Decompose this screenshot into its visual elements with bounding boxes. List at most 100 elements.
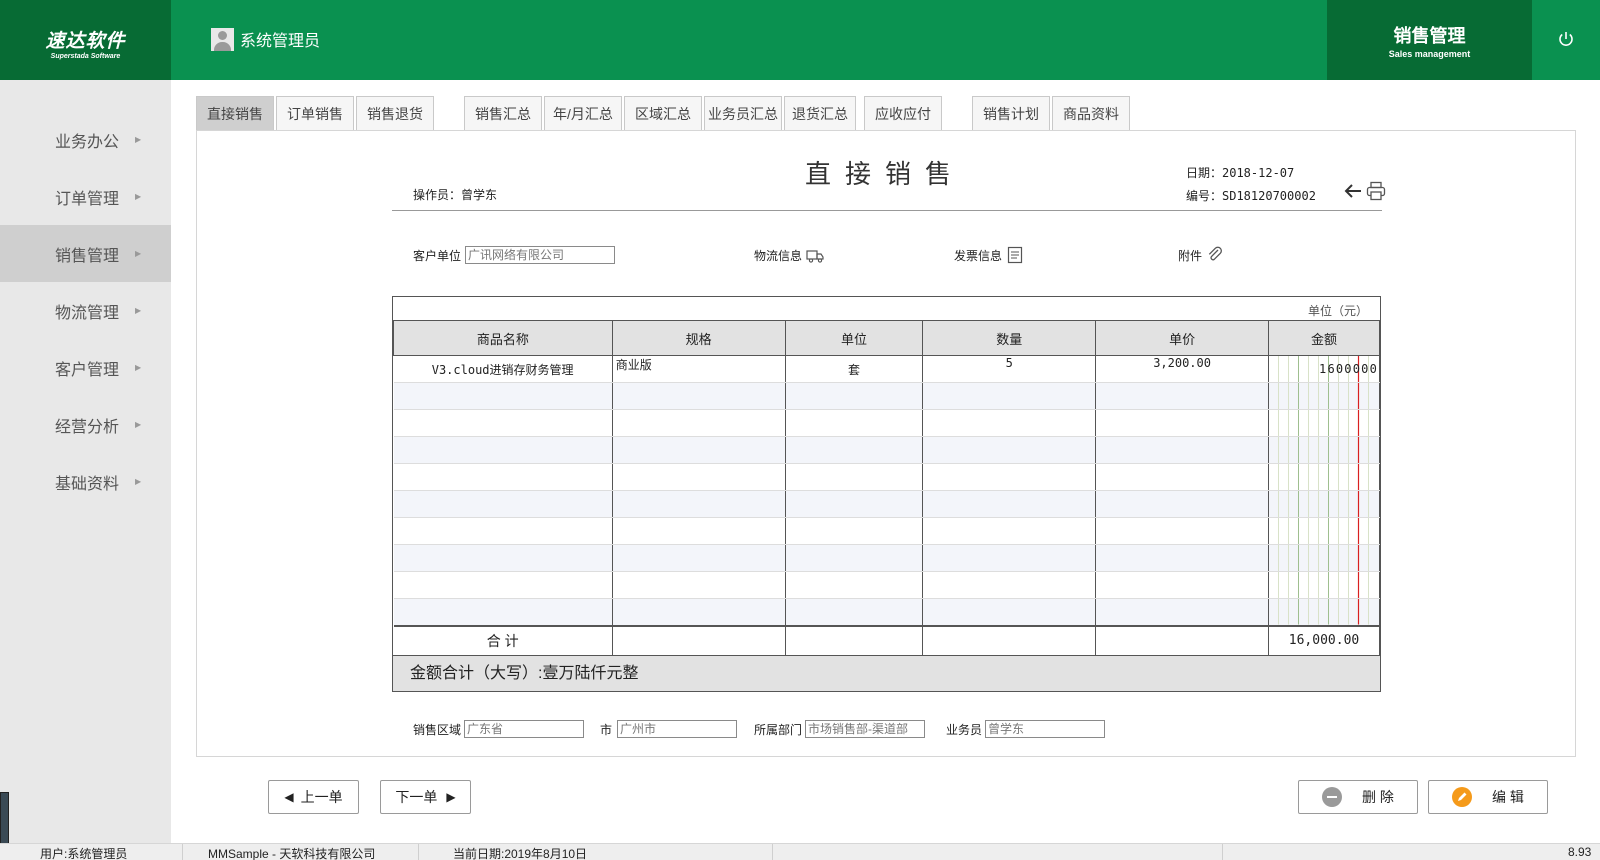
tab-order-sales[interactable]: 订单销售 [276,96,354,131]
print-icon[interactable] [1366,181,1386,201]
app-logo: 速达软件 Superstada Software [0,0,171,80]
doc-meta: 日期：2018-12-07 编号：SD18120700002 [1186,162,1316,208]
invoice-info[interactable]: 发票信息 [954,246,1024,264]
next-record-button[interactable]: 下一单 ▶ [380,780,471,814]
edit-button[interactable]: 编 辑 [1428,780,1548,814]
column-header-qty[interactable]: 数量 [922,320,1097,356]
tab-return-summary[interactable]: 退货汇总 [784,96,856,131]
column-header-spec[interactable]: 规格 [611,320,786,356]
page-title: 直接销售 [805,160,966,190]
prev-record-button[interactable]: ◀ 上一单 [268,780,359,814]
salesman-label: 业务员 [946,722,983,737]
region-label: 销售区域 [413,722,462,737]
tab-salesman-summary[interactable]: 业务员汇总 [704,96,782,131]
cell-amount[interactable]: 1600000 [1268,355,1380,383]
city-label: 市 [600,722,613,737]
tab-sales-plan[interactable]: 销售计划 [972,96,1050,131]
chevron-right-icon: ▶ [135,249,142,258]
logistics-info[interactable]: 物流信息 [754,246,824,264]
dept-field-group: 所属部门 市场销售部-渠道部 [754,720,926,738]
unit-caption: 单位（元） [1307,304,1368,318]
table-row[interactable] [393,463,1380,491]
customer-input[interactable]: 广讯网络有限公司 [465,246,616,264]
table-row[interactable] [393,598,1380,626]
sidebar-item-logistics[interactable]: 物流管理 ▶ [0,282,171,339]
table-row[interactable] [393,517,1380,545]
amount-digits: 1600000 [1319,362,1378,376]
customer-label: 客户单位 [413,248,462,263]
avatar-icon [211,27,234,51]
tab-sales-summary[interactable]: 销售汇总 [464,96,542,131]
chevron-right-icon: ▶ [135,135,142,144]
city-field-group: 市 广州市 [600,720,738,738]
sidebar-item-sales[interactable]: 销售管理 ▶ [0,225,171,282]
amount-digit-guides [1278,464,1370,490]
tab-product-data[interactable]: 商品资料 [1052,96,1130,131]
cell-qty[interactable]: 5 [922,355,1097,383]
logo-subtext: Superstada Software [50,53,121,60]
delete-button[interactable]: 删 除 [1298,780,1418,814]
table-row[interactable] [393,382,1380,410]
total-row: 合 计 16,000.00 [393,624,1380,656]
amount-digit-guides [1278,572,1370,598]
current-user-name: 系统管理员 [240,33,321,50]
module-badge: 销售管理 Sales management [1327,0,1532,80]
amount-digit-guides [1278,437,1370,463]
tab-receivable-payable[interactable]: 应收应付 [864,96,942,131]
paperclip-icon [1208,246,1222,261]
table-row[interactable] [393,436,1380,464]
cell-unit[interactable]: 套 [785,355,924,383]
chevron-right-icon: ▶ [135,306,142,315]
salesman-input[interactable]: 曾学东 [985,720,1106,738]
tab-region-summary[interactable]: 区域汇总 [624,96,702,131]
sidebar-item-basic-data[interactable]: 基础资料 ▶ [0,453,171,510]
tab-sales-return[interactable]: 销售退货 [356,96,434,131]
status-bar: 用户:系统管理员 MMSample - 天软科技有限公司 当前日期:2019年8… [0,843,1600,860]
dept-label: 所属部门 [754,722,803,737]
region-input[interactable]: 广东省 [464,720,585,738]
column-header-unit[interactable]: 单位 [784,320,924,356]
sidebar-item-analysis[interactable]: 经营分析 ▶ [0,396,171,453]
amount-digit-guides [1278,410,1370,436]
cell-price[interactable]: 3,200.00 [1095,355,1270,383]
status-date: 当前日期:2019年8月10日 [453,847,588,860]
tab-year-month-summary[interactable]: 年/月汇总 [544,96,622,131]
chevron-right-icon: ▶ [135,363,142,372]
table-row[interactable] [393,490,1380,518]
module-subtitle: Sales management [1388,49,1471,59]
invoice-label: 发票信息 [954,248,1003,263]
sidebar-item-office[interactable]: 业务办公 ▶ [0,111,171,168]
minus-circle-icon [1322,787,1343,807]
attachment-info[interactable]: 附件 [1178,246,1224,264]
column-header-name[interactable]: 商品名称 [393,320,613,356]
operator-label: 操作员：曾学东 [413,188,498,202]
column-header-amount[interactable]: 金额 [1268,320,1380,356]
city-input[interactable]: 广州市 [617,720,738,738]
customer-field-group: 客户单位 广讯网络有限公司 [413,246,616,264]
table-row[interactable] [393,571,1380,599]
chevron-right-icon: ▶ [135,192,142,201]
sidebar-item-orders[interactable]: 订单管理 ▶ [0,168,171,225]
total-amount: 16,000.00 [1268,624,1380,656]
line-items-table: 商品名称 规格 单位 数量 单价 金额 V3.cloud进销存财务管理 商业版 … [393,320,1380,656]
sidebar-item-customers[interactable]: 客户管理 ▶ [0,339,171,396]
cell-name[interactable]: V3.cloud进销存财务管理 [393,355,613,383]
amount-digit-guides [1278,491,1370,517]
chevron-right-icon: ▶ [135,420,142,429]
table-row[interactable]: V3.cloud进销存财务管理 商业版 套 5 3,200.00 1600000 [393,355,1380,383]
column-header-price[interactable]: 单价 [1095,320,1270,356]
current-user[interactable]: 系统管理员 [211,27,320,51]
table-row[interactable] [393,409,1380,437]
top-header: 速达软件 Superstada Software 系统管理员 销售管理 Sale… [0,0,1600,80]
header-divider [392,210,1382,211]
cell-spec[interactable]: 商业版 [612,355,786,383]
total-label: 合 计 [393,624,613,656]
table-row[interactable] [393,544,1380,572]
chevron-right-icon: ▶ [135,477,142,486]
back-arrow-icon[interactable] [1344,184,1362,198]
tab-direct-sales[interactable]: 直接销售 [196,96,274,131]
triangle-left-icon: ◀ [284,790,294,804]
power-icon[interactable] [1557,30,1575,48]
amount-in-words: 金额合计（大写）:壹万陆仟元整 [393,655,1380,691]
dept-input[interactable]: 市场销售部-渠道部 [805,720,926,738]
